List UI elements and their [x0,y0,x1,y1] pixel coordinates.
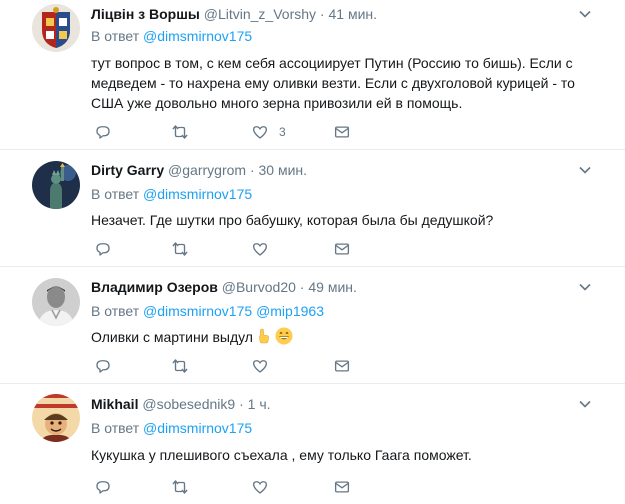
like-button[interactable] [251,356,269,376]
tweet[interactable]: Mikhail @sobesednik9 · 1 ч. В ответ @dim… [0,384,625,504]
separator-dot: · [319,6,325,22]
reply-icon [96,243,110,256]
reply-button[interactable] [94,356,112,376]
mention-link[interactable]: @dimsmirnov175 [143,303,252,319]
tweet-header: Dirty Garry @garrygrom · 30 мин. [91,160,595,180]
tweet-timestamp[interactable]: 49 мин. [308,279,357,295]
mention-link[interactable]: @dimsmirnov175 [143,28,252,44]
heraldic-coat-of-arms-icon [32,4,80,52]
mention-link[interactable]: @dimsmirnov175 [143,420,252,436]
tweet[interactable]: Ліцвін з Воршы @Litvin_z_Vorshy · 41 мин… [0,0,625,150]
tweet-header: Mikhail @sobesednik9 · 1 ч. [91,394,595,414]
tweet-fullname[interactable]: Mikhail [91,396,138,412]
tweet-timestamp[interactable]: 41 мин. [328,6,377,22]
tweet-text: тут вопрос в том, с кем себя ассоциирует… [91,55,575,111]
hand-index-up-emoji-icon [257,328,271,349]
tweet-text: Незачет. Где шутки про бабушку, которая … [91,212,494,228]
tweet-fullname[interactable]: Владимир Озеров [91,279,218,295]
like-button[interactable]: 3 [251,122,286,142]
separator-dot: · [249,162,255,178]
like-count: 3 [279,125,286,139]
tweet[interactable]: Владимир Озеров @Burvod20 · 49 мин. В от… [0,267,625,384]
reply-prefix: В ответ [91,186,140,202]
mention-link[interactable]: @dimsmirnov175 [143,186,252,202]
grinning-face-emoji-icon [275,327,293,350]
tweet-handle[interactable]: @garrygrom [168,162,246,178]
tweet-fullname[interactable]: Ліцвін з Воршы [91,6,200,22]
separator-dot: · [299,279,305,295]
tweet-actions [91,356,391,376]
cartoon-magazine-icon [32,394,80,442]
heart-icon [252,243,268,256]
separator-dot: · [239,396,244,412]
reply-prefix: В ответ [91,303,140,319]
direct-message-button[interactable] [333,477,351,497]
heart-icon [252,360,268,373]
envelope-icon [334,126,350,138]
mention-link[interactable]: @mip1963 [256,303,324,319]
reply-icon [96,481,110,494]
tweet-handle[interactable]: @Litvin_z_Vorshy [204,6,316,22]
man-portrait-icon [32,278,80,326]
tweet-handle[interactable]: @sobesednik9 [142,396,235,412]
retweet-button[interactable] [171,356,189,376]
tweet-header: Ліцвін з Воршы @Litvin_z_Vorshy · 41 мин… [91,4,595,24]
heart-icon [252,126,268,139]
like-button[interactable] [251,239,269,259]
retweet-button[interactable] [171,122,189,142]
tweet-text: Оливки с мартини выдул [91,327,601,350]
tweet-fullname[interactable]: Dirty Garry [91,162,164,178]
reply-button[interactable] [94,477,112,497]
envelope-icon [334,481,350,493]
reply-icon [96,126,110,139]
reply-context: В ответ @dimsmirnov175 @mip1963 [91,302,324,320]
retweet-button[interactable] [171,239,189,259]
reply-prefix: В ответ [91,420,140,436]
retweet-button[interactable] [171,477,189,497]
avatar[interactable] [32,161,80,209]
tweet-timestamp[interactable]: 30 мин. [259,162,308,178]
chevron-down-icon[interactable] [575,4,595,24]
like-button[interactable] [251,477,269,497]
tweet-text: Кукушка у плешивого съехала , ему только… [91,447,472,463]
direct-message-button[interactable] [333,122,351,142]
reply-button[interactable] [94,122,112,142]
reply-icon [96,360,110,373]
statue-of-liberty-icon [32,161,80,209]
chevron-down-icon[interactable] [575,277,595,297]
tweet-header: Владимир Озеров @Burvod20 · 49 мин. [91,277,595,297]
tweet-actions: 3 [91,122,391,142]
reply-context: В ответ @dimsmirnov175 [91,185,252,203]
tweet-actions [91,239,391,259]
tweet-actions [91,477,391,497]
heart-icon [252,481,268,494]
chevron-down-icon[interactable] [575,394,595,414]
avatar[interactable] [32,4,80,52]
tweet-text-content: Оливки с мартини выдул [91,329,253,346]
retweet-icon [172,125,188,139]
chevron-down-icon[interactable] [575,160,595,180]
reply-button[interactable] [94,239,112,259]
direct-message-button[interactable] [333,239,351,259]
retweet-icon [172,480,188,494]
direct-message-button[interactable] [333,356,351,376]
tweet-timestamp[interactable]: 1 ч. [248,396,271,412]
retweet-icon [172,359,188,373]
reply-context: В ответ @dimsmirnov175 [91,27,252,45]
tweet[interactable]: Dirty Garry @garrygrom · 30 мин. В ответ… [0,150,625,267]
envelope-icon [334,243,350,255]
tweet-handle[interactable]: @Burvod20 [222,279,296,295]
avatar[interactable] [32,278,80,326]
retweet-icon [172,242,188,256]
envelope-icon [334,360,350,372]
reply-context: В ответ @dimsmirnov175 [91,419,252,437]
reply-prefix: В ответ [91,28,140,44]
avatar[interactable] [32,394,80,442]
